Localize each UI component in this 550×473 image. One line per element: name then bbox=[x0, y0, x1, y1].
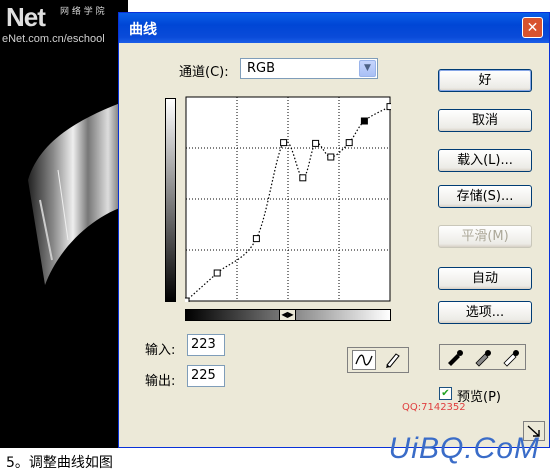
curve-control-point[interactable] bbox=[252, 235, 260, 243]
curve-control-point[interactable] bbox=[299, 174, 307, 182]
curve-control-point[interactable] bbox=[327, 153, 335, 161]
curve-control-point[interactable] bbox=[312, 139, 320, 147]
output-label: 输出: bbox=[145, 374, 176, 389]
logo: Net bbox=[6, 2, 46, 32]
smooth-button[interactable]: 平滑(M) bbox=[438, 225, 532, 248]
cancel-button[interactable]: 取消 bbox=[438, 109, 532, 132]
curves-dialog: 曲线 ✕ 通道(C): RGB ▼ ◀▶ 输入: 223 输出: 225 好 取… bbox=[118, 12, 550, 448]
save-button[interactable]: 存储(S)... bbox=[438, 185, 532, 208]
gray-eyedropper-button[interactable] bbox=[470, 347, 496, 367]
curve-graph[interactable] bbox=[185, 96, 391, 302]
ok-button[interactable]: 好 bbox=[438, 69, 532, 92]
white-eyedropper-button[interactable] bbox=[498, 347, 524, 367]
curve-tool-button[interactable] bbox=[352, 350, 376, 370]
watermark-qq: QQ:7142352 bbox=[402, 402, 466, 413]
curve-tool-group bbox=[347, 347, 409, 373]
options-button[interactable]: 选项... bbox=[438, 301, 532, 324]
eyedropper-group bbox=[439, 344, 526, 370]
curve-control-point[interactable] bbox=[213, 269, 221, 277]
close-button[interactable]: ✕ bbox=[522, 17, 543, 38]
channel-label: 通道(C): bbox=[179, 65, 229, 80]
caption: 5。调整曲线如图 bbox=[6, 455, 113, 471]
output-field[interactable]: 225 bbox=[187, 365, 225, 387]
brand-watermark: UiBQ.CoM bbox=[388, 432, 540, 465]
preview-checkbox[interactable]: ✔ bbox=[439, 387, 452, 400]
curve-control-point[interactable] bbox=[360, 117, 368, 125]
channel-value: RGB bbox=[247, 61, 276, 76]
gradient-toggle-button[interactable]: ◀▶ bbox=[279, 309, 296, 321]
curve-control-point[interactable] bbox=[345, 139, 353, 147]
curve-control-point[interactable] bbox=[386, 103, 391, 111]
black-eyedropper-button[interactable] bbox=[442, 347, 468, 367]
title-bar[interactable]: 曲线 ✕ bbox=[119, 13, 549, 43]
load-button[interactable]: 载入(L)... bbox=[438, 149, 532, 172]
chevron-down-icon[interactable]: ▼ bbox=[359, 60, 376, 77]
input-label: 输入: bbox=[145, 343, 176, 358]
output-gradient-bar bbox=[165, 98, 176, 302]
input-field[interactable]: 223 bbox=[187, 334, 225, 356]
pencil-icon bbox=[386, 353, 400, 368]
pencil-tool-button[interactable] bbox=[380, 350, 404, 370]
eyedropper-black-icon bbox=[448, 350, 463, 366]
eyedropper-gray-icon bbox=[475, 350, 491, 367]
curved-stripe-graphic bbox=[28, 100, 128, 285]
curve-icon bbox=[355, 354, 373, 366]
eyedropper-white-icon bbox=[503, 350, 519, 367]
checkmark-icon: ✔ bbox=[441, 388, 450, 399]
background-artwork bbox=[0, 0, 128, 448]
auto-button[interactable]: 自动 bbox=[438, 267, 532, 290]
channel-select[interactable]: RGB ▼ bbox=[240, 58, 378, 79]
curve-control-point[interactable] bbox=[280, 139, 288, 147]
curve-control-point[interactable] bbox=[185, 297, 190, 302]
logo-subtitle: 网 络 学 院 bbox=[60, 7, 105, 17]
close-icon: ✕ bbox=[526, 20, 539, 36]
dialog-title: 曲线 bbox=[129, 22, 157, 38]
site-url: eNet.com.cn/eschool bbox=[2, 33, 105, 45]
